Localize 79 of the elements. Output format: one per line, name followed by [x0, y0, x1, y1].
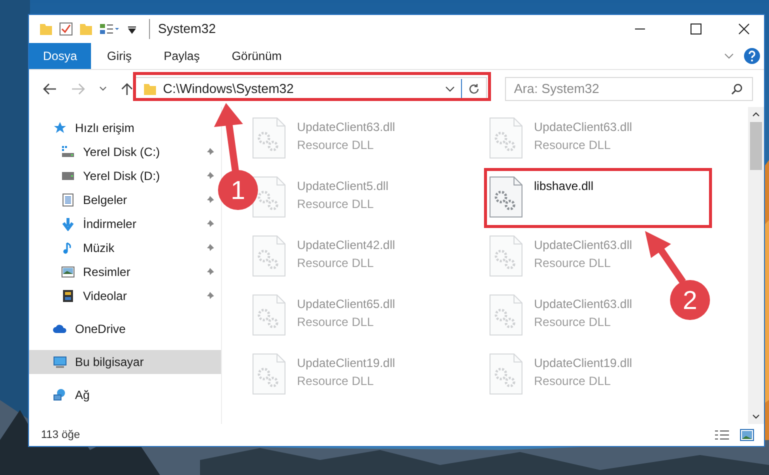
file-type: Resource DLL: [297, 137, 375, 154]
dropdown-icon[interactable]: [99, 86, 107, 92]
sidebar-label: OneDrive: [75, 321, 126, 338]
up-arrow-icon[interactable]: [121, 82, 133, 96]
search-icon: [731, 82, 743, 94]
cloud-icon: [53, 322, 67, 336]
file-name[interactable]: libshave.dll: [534, 177, 594, 195]
file-type: Resource DLL: [297, 255, 375, 272]
sidebar-label: Belgeler: [83, 192, 128, 209]
sidebar-item[interactable]: Resimler: [29, 260, 221, 284]
arrow: [645, 231, 686, 284]
sidebar-item[interactable]: OneDrive: [29, 317, 221, 341]
sidebar-item[interactable]: Ağ: [29, 383, 221, 407]
sidebar-item[interactable]: Videolar: [29, 284, 221, 308]
document-icon: [61, 193, 75, 207]
pin-icon[interactable]: [205, 195, 215, 205]
film-icon: [61, 289, 75, 303]
scrollbar[interactable]: [748, 107, 764, 424]
sidebar-item[interactable]: Müzik: [29, 236, 221, 260]
sidebar-item[interactable]: Yerel Disk (C:): [29, 140, 221, 164]
pin-icon[interactable]: [205, 171, 215, 181]
pin-icon[interactable]: [205, 219, 215, 229]
pin-icon[interactable]: [205, 291, 215, 301]
sidebar-label: Videolar: [83, 288, 127, 305]
close-icon[interactable]: [738, 23, 750, 35]
item-count: 113 öğe: [41, 428, 80, 443]
sidebar-item[interactable]: Bu bilgisayar: [29, 350, 221, 374]
pin-icon[interactable]: [205, 267, 215, 277]
sidebar-item[interactable]: İndirmeler: [29, 212, 221, 236]
file-type: Resource DLL: [534, 137, 612, 154]
sidebar-item[interactable]: Belgeler: [29, 188, 221, 212]
image-icon: [61, 265, 75, 279]
file-type: Resource DLL: [297, 314, 375, 331]
sidebar-label: Bu bilgisayar: [75, 354, 144, 371]
ribbon-tab[interactable]: Dosya: [29, 43, 92, 69]
file-type: Resource DLL: [534, 255, 612, 272]
forward-arrow-icon[interactable]: [71, 82, 85, 94]
scroll-up-icon[interactable]: [752, 111, 760, 117]
drive-icon: [61, 169, 75, 183]
monitor-icon: [53, 355, 67, 369]
search-field[interactable]: Ara: System32: [505, 76, 753, 100]
sidebar-label: Müzik: [83, 240, 114, 257]
refresh-icon[interactable]: [468, 82, 480, 94]
dropdown-icon[interactable]: [445, 86, 455, 92]
pin-icon[interactable]: [205, 147, 215, 157]
sidebar-item[interactable]: Hızlı erişim: [29, 116, 221, 140]
sidebar-label: Resimler: [83, 264, 130, 281]
chevron-icon[interactable]: [724, 52, 734, 60]
sidebar-label: Yerel Disk (D:): [83, 168, 160, 185]
address-path: C:\Windows\System32: [163, 80, 294, 98]
drive-icon: [61, 145, 75, 159]
help-icon[interactable]: [744, 48, 760, 64]
sidebar-item[interactable]: Yerel Disk (D:): [29, 164, 221, 188]
large-icons-view-icon[interactable]: [740, 429, 754, 441]
maximize-icon[interactable]: [690, 23, 702, 35]
sidebar-label: İndirmeler: [83, 216, 136, 233]
star-icon: [53, 121, 67, 135]
sidebar-label: Yerel Disk (C:): [83, 144, 160, 161]
dll-file-icon[interactable]: [488, 175, 524, 219]
file-type: Resource DLL: [534, 314, 612, 331]
properties-icon[interactable]: [59, 22, 73, 36]
download-icon: [61, 217, 75, 231]
view-icon[interactable]: [99, 22, 121, 36]
folder-icon: [143, 82, 157, 96]
scroll-thumb[interactable]: [750, 122, 762, 170]
ribbon-tab[interactable]: Görünüm: [222, 43, 292, 69]
ribbon-tab[interactable]: Giriş: [97, 43, 142, 69]
details-view-icon[interactable]: [714, 429, 730, 441]
sidebar-label: Ağ: [75, 387, 90, 404]
file-type: Resource DLL: [297, 196, 375, 213]
network-icon: [53, 388, 67, 402]
sidebar-label: Hızlı erişim: [75, 120, 134, 137]
back-arrow-icon[interactable]: [43, 82, 57, 94]
pin-icon[interactable]: [205, 243, 215, 253]
scroll-down-icon[interactable]: [752, 414, 760, 420]
window-title: System32: [149, 19, 216, 39]
file-type: Resource DLL: [534, 373, 612, 390]
ribbon-tab[interactable]: Paylaş: [154, 43, 210, 69]
file-type: Resource DLL: [297, 373, 375, 390]
